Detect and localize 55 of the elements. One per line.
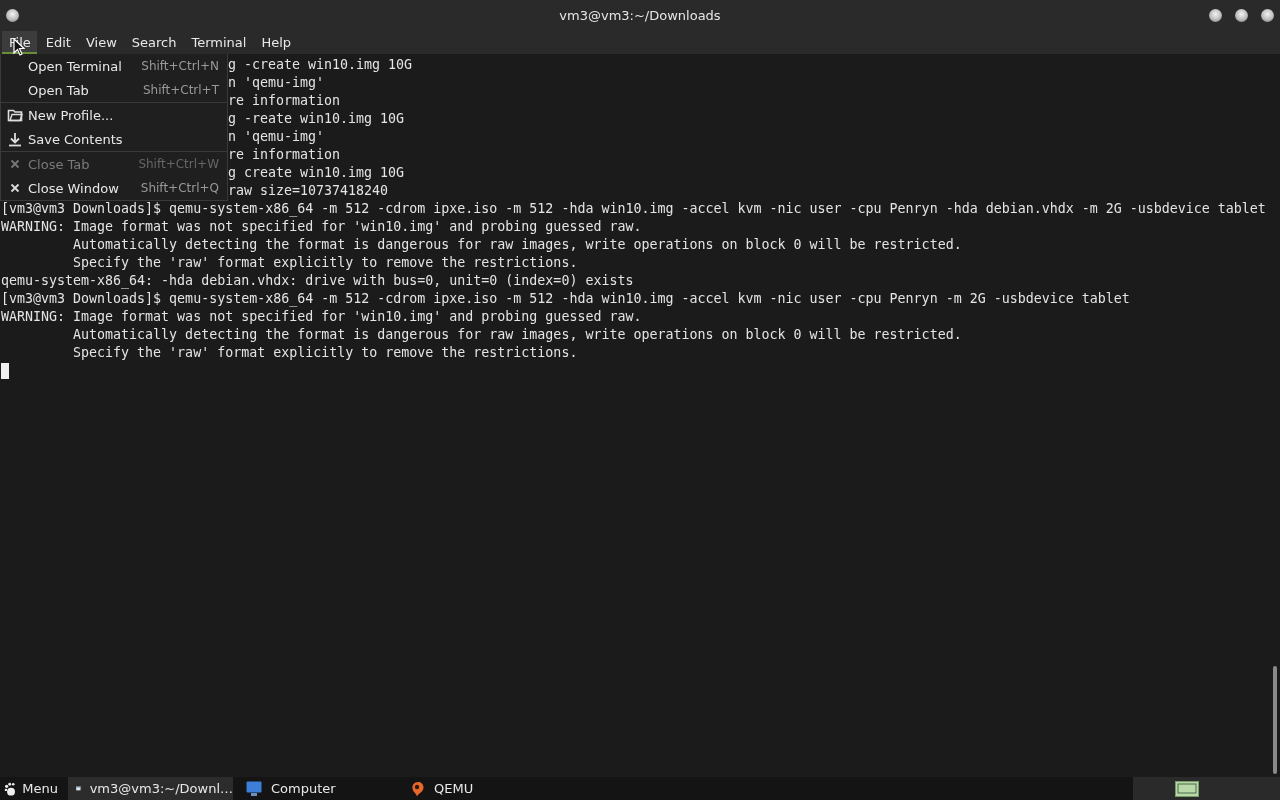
close-icon xyxy=(9,183,20,193)
monitor-icon xyxy=(246,780,262,797)
minimize-button[interactable] xyxy=(1209,8,1222,22)
terminal-line: WARNING: Image format was not specified for 'win10.img' and probing guessed raw. xyxy=(1,218,642,236)
scrollbar-thumb[interactable] xyxy=(1273,666,1277,774)
terminal-line: g -create win10.img 10G xyxy=(228,56,413,74)
folder-icon xyxy=(6,108,23,122)
maximize-button[interactable] xyxy=(1235,8,1248,22)
menu-item[interactable]: Close Window Shift+Ctrl+Q xyxy=(1,176,227,200)
workspace-icon xyxy=(1175,780,1199,797)
menu-item[interactable]: Open Tab Shift+Ctrl+T xyxy=(1,78,227,102)
menu-button[interactable]: Menu xyxy=(0,777,68,800)
terminal-line: Specify the 'raw' format explicitly to remove the restrictions. xyxy=(72,254,578,272)
menu-item[interactable]: Search xyxy=(124,30,183,54)
menu-item[interactable]: Terminal xyxy=(184,30,253,54)
terminal-line: [vm3@vm3 Downloads]$ qemu-system-x86_64 -m 512 -cdrom ipxe.iso -m 512 -hda win10.img -accel kvm -nic user -cpu Penryn -m 2G -usbdevice tablet xyxy=(1,290,1130,308)
terminal-line: Specify the 'raw' format explicitly to remove the restrictions. xyxy=(72,344,578,362)
menu-item-label: Close Window xyxy=(28,180,120,196)
terminal-line: g -reate win10.img 10G xyxy=(228,110,405,128)
close-button[interactable] xyxy=(1261,8,1274,22)
taskbar-button[interactable]: Computer xyxy=(238,777,403,800)
terminal-line: g create win10.img 10G xyxy=(228,164,405,182)
menu-item-label: Open Terminal xyxy=(28,58,123,74)
terminal-line: n 'qemu-img' xyxy=(228,128,325,146)
terminal-line: [vm3@vm3 Downloads]$ qemu-system-x86_64 -m 512 -cdrom ipxe.iso -m 512 -hda win10.img -accel kvm -nic user -cpu Penryn -hda debian.vhdx -m 2G -usbdevice tablet xyxy=(1,200,1266,218)
terminal-line: n 'qemu-img' xyxy=(228,74,325,92)
shortcut-label: Shift+Ctrl+Q xyxy=(140,181,219,195)
taskbar-button[interactable]: QEMU xyxy=(403,777,568,800)
text-cursor xyxy=(1,363,9,379)
close-icon xyxy=(9,159,20,169)
terminal-line: raw size=10737418240 xyxy=(228,182,389,200)
window-menu-button[interactable] xyxy=(6,8,19,22)
menu-item-label: Close Tab xyxy=(28,156,91,172)
menu-item[interactable]: New Profile... xyxy=(1,103,227,127)
shortcut-label: Shift+Ctrl+W xyxy=(138,157,219,171)
menu-item[interactable]: View xyxy=(78,30,123,54)
terminal-line: re information xyxy=(228,92,341,110)
terminal-line: WARNING: Image format was not specified for 'win10.img' and probing guessed raw. xyxy=(1,308,642,326)
menu-item[interactable]: Help xyxy=(254,30,298,54)
taskbar-button[interactable]: vm3@vm3:~/Downl… xyxy=(68,777,233,800)
shortcut-label: Shift+Ctrl+N xyxy=(141,59,219,73)
terminal-line: re information xyxy=(228,146,341,164)
menu-item-label: Save Contents xyxy=(28,131,124,147)
terminal-line: qemu-system-x86_64: -hda debian.vhdx: drive with bus=0, unit=0 (index=0) exists xyxy=(1,272,634,290)
terminal-line: Automatically detecting the format is dangerous for raw images, write operations on block 0 will be restricted. xyxy=(72,236,962,254)
terminal-line: Automatically detecting the format is dangerous for raw images, write operations on block 0 will be restricted. xyxy=(72,326,962,344)
foot-icon xyxy=(4,780,17,797)
shortcut-label: Shift+Ctrl+T xyxy=(142,83,219,97)
menu-item[interactable]: Open Terminal Shift+Ctrl+N xyxy=(1,54,227,78)
menu-item-label: Open Tab xyxy=(28,82,90,98)
download-icon xyxy=(7,131,22,147)
menu-item[interactable]: Edit xyxy=(38,30,77,54)
menu-item-label: New Profile... xyxy=(28,107,115,123)
menu-item[interactable]: Save Contents xyxy=(1,127,227,151)
window-title: vm3@vm3:~/Downloads xyxy=(559,7,721,23)
